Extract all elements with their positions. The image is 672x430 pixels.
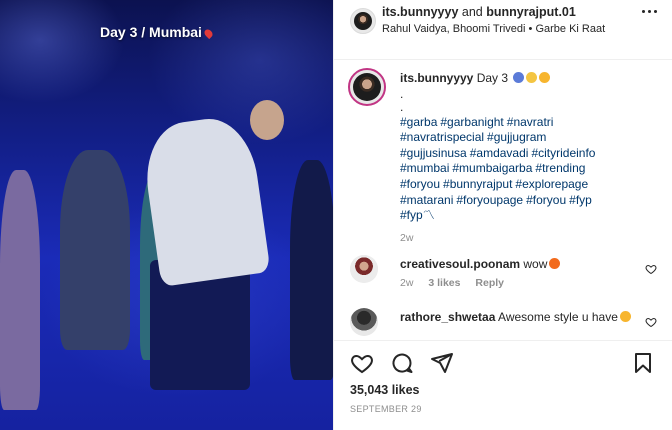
dancer-figure	[0, 170, 40, 410]
overlay-text: Day 3 / Mumbai	[100, 24, 202, 40]
comment-like-heart-icon[interactable]	[645, 263, 657, 275]
airplane-emoji-icon	[526, 72, 538, 83]
caption-username-link[interactable]: its.bunnyyyy	[400, 71, 473, 85]
hashtag-link[interactable]: #explorepage	[515, 177, 588, 191]
hashtag-link[interactable]: #trending	[535, 161, 585, 175]
hashtag-link[interactable]: #fyp	[400, 208, 423, 222]
coauthor-username-link[interactable]: bunnyrajput.01	[486, 5, 576, 19]
heart-icon[interactable]	[350, 351, 374, 375]
author-avatar[interactable]	[350, 8, 376, 34]
hashtag-link[interactable]: #navratri	[507, 115, 554, 129]
instagram-post: Day 3 / Mumbai its.bunnyyyy and bunnyraj…	[0, 0, 672, 430]
fire-emoji-icon	[549, 258, 561, 269]
hashtag-link[interactable]: #garbanight	[440, 115, 503, 129]
caption-text: Day 3	[476, 71, 509, 85]
post-timestamp[interactable]: 2w	[400, 231, 660, 247]
main-dancer-head	[250, 100, 284, 140]
post-header: its.bunnyyyy and bunnyrajput.01 Rahul Va…	[334, 0, 672, 60]
connector-text: and	[458, 5, 487, 19]
hashtag-link[interactable]: #garba	[400, 115, 437, 129]
hashtag-link[interactable]: #mumbai	[400, 161, 449, 175]
post-side-panel: its.bunnyyyy and bunnyrajput.01 Rahul Va…	[333, 0, 672, 430]
hashtag-link[interactable]: #foryou	[526, 193, 566, 207]
hashtag-link[interactable]: #gujjusinusa	[400, 146, 467, 160]
caption-dot: .	[400, 86, 404, 101]
heart-eyes-emoji-icon	[619, 311, 631, 322]
more-options-icon[interactable]	[641, 10, 659, 28]
post-video[interactable]: Day 3 / Mumbai	[0, 0, 333, 430]
bookmark-icon[interactable]	[631, 351, 655, 375]
reply-button[interactable]: Reply	[475, 277, 504, 289]
comment-icon[interactable]	[390, 351, 414, 375]
hashtag-link[interactable]: #navratrispecial	[400, 130, 484, 144]
caption-dot: .	[400, 99, 404, 114]
dancer-figure	[60, 150, 130, 350]
post-actions-bar	[334, 340, 672, 380]
comment-like-heart-icon[interactable]	[645, 316, 657, 328]
author-username-link[interactable]: its.bunnyyyy	[382, 5, 458, 19]
hashtag-list: #garba #garbanight #navratri #navratrispec…	[400, 115, 660, 224]
audio-attribution-link[interactable]: Rahul Vaidya, Bhoomi Trivedi • Garbe Ki …	[382, 22, 652, 36]
caption-avatar[interactable]	[348, 68, 386, 106]
commenter-avatar[interactable]	[350, 255, 378, 283]
comment-text: wow	[523, 257, 548, 271]
hashtag-link[interactable]: #matarani	[400, 193, 453, 207]
comment-meta: 2w 3 likes Reply	[400, 277, 516, 289]
comment-time[interactable]: 2w	[400, 277, 413, 289]
ufo-emoji-icon	[513, 72, 525, 83]
post-date: SEPTEMBER 29	[350, 404, 422, 414]
hashtag-link[interactable]: #fyp	[569, 193, 592, 207]
hashtag-link[interactable]: #mumbaigarba	[452, 161, 532, 175]
caption-tail-glyph: 〽	[422, 208, 435, 223]
author-names: its.bunnyyyy and bunnyrajput.01	[382, 5, 576, 19]
hashtag-link[interactable]: #gujjugram	[487, 130, 546, 144]
hashtag-link[interactable]: #bunnyrajput	[443, 177, 512, 191]
comment-likes-link[interactable]: 3 likes	[428, 277, 460, 289]
hashtag-link[interactable]: #foryou	[400, 177, 440, 191]
dancer-figure	[290, 160, 333, 380]
smiling-face-emoji-icon	[539, 72, 551, 83]
video-overlay-text: Day 3 / Mumbai	[100, 24, 215, 40]
commenter-avatar[interactable]	[350, 308, 378, 336]
share-icon[interactable]	[430, 351, 454, 375]
commenter-username-link[interactable]: rathore_shwetaa	[400, 310, 495, 324]
hashtag-link[interactable]: #amdavadi	[470, 146, 529, 160]
hashtag-link[interactable]: #foryoupage	[456, 193, 523, 207]
likes-count[interactable]: 35,043 likes	[350, 383, 420, 397]
hashtag-link[interactable]: #cityrideinfo	[531, 146, 595, 160]
comment-text: Awesome style u have	[498, 310, 618, 324]
commenter-username-link[interactable]: creativesoul.poonam	[400, 257, 520, 271]
